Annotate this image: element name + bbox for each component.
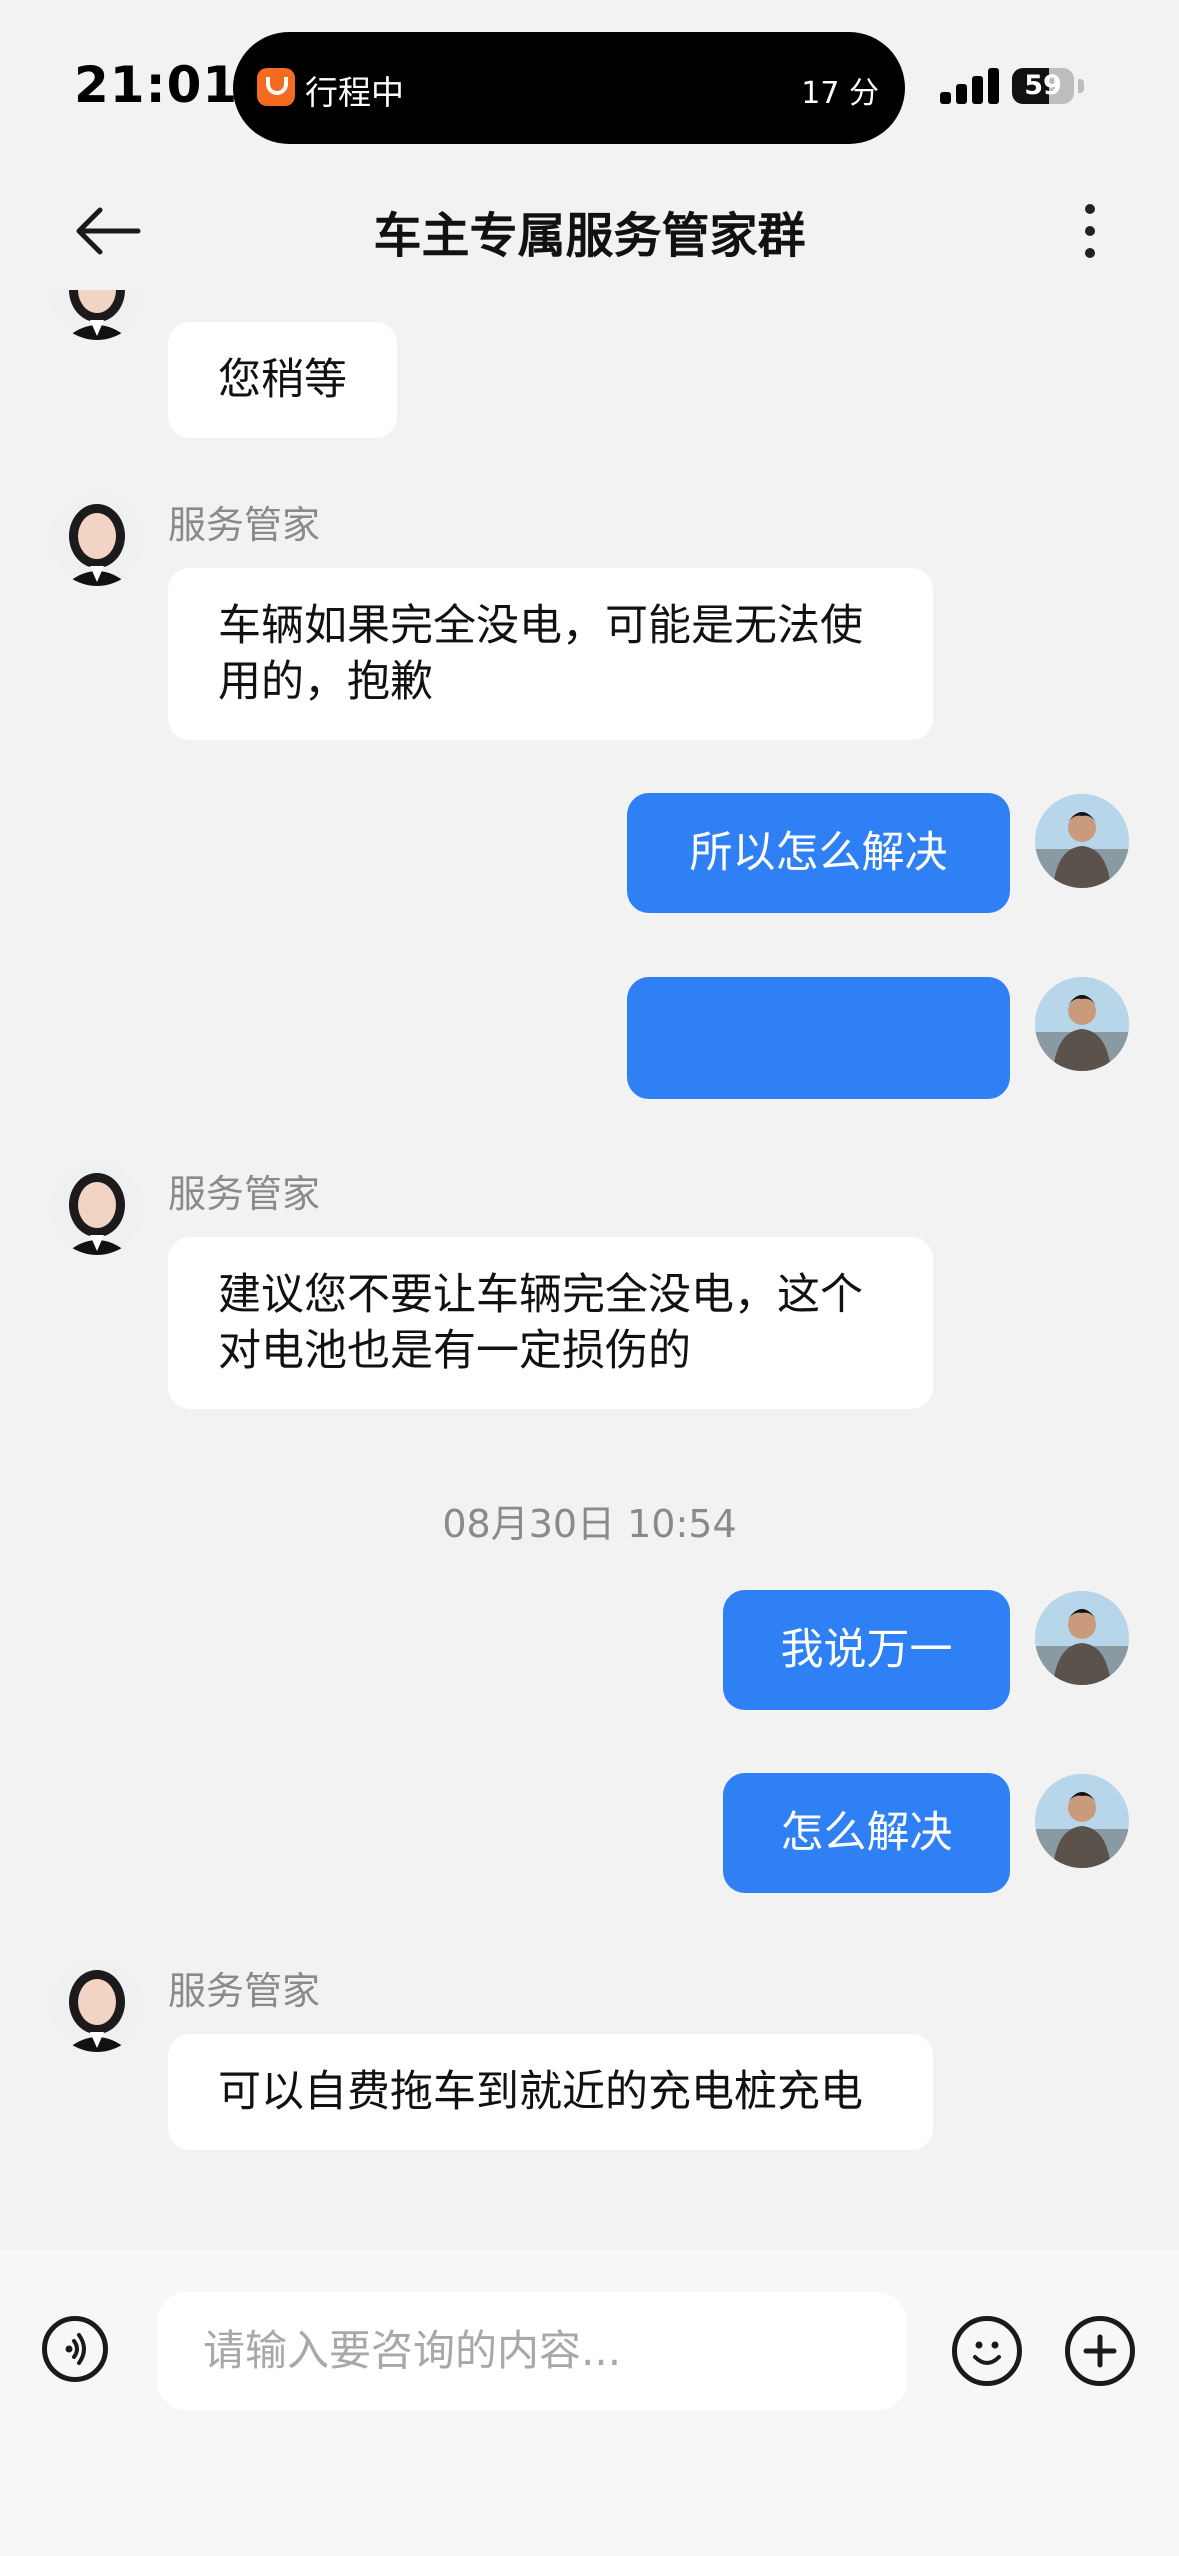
more-vertical-icon — [1085, 204, 1095, 214]
agent-avatar[interactable] — [50, 1161, 144, 1255]
user-avatar[interactable] — [1035, 1774, 1129, 1868]
plus-icon — [1083, 2334, 1117, 2368]
timestamp-divider: 08月30日 10:54 — [442, 1502, 737, 1546]
sender-name: 服务管家 — [168, 503, 321, 547]
message-bubble-right[interactable]: 我说万一 — [723, 1590, 1010, 1710]
message-bubble-left[interactable]: 您稍等 — [168, 322, 397, 438]
sender-name: 服务管家 — [168, 1172, 321, 1216]
voice-icon — [65, 2333, 86, 2365]
emoji-icon — [973, 2341, 1001, 2365]
island-time: 17 分 — [801, 76, 879, 111]
status-time: 21:01 — [74, 56, 239, 114]
chat-header: 车主专属服务管家群 — [0, 170, 1179, 290]
battery-icon: 59 — [1012, 68, 1074, 104]
page-title: 车主专属服务管家群 — [373, 208, 806, 264]
user-avatar[interactable] — [1035, 1591, 1129, 1685]
dynamic-island[interactable]: 行程中 17 分 — [233, 32, 905, 144]
status-bar: 21:01 行程中 17 分 59 — [0, 0, 1179, 170]
message-bubble-right[interactable] — [627, 977, 1010, 1099]
emoji-button[interactable] — [952, 2316, 1022, 2386]
agent-avatar[interactable] — [50, 1958, 144, 2052]
battery-tip — [1078, 79, 1084, 93]
user-avatar[interactable] — [1035, 794, 1129, 888]
island-activity: 行程中 — [305, 73, 404, 112]
user-avatar[interactable] — [1035, 977, 1129, 1071]
message-bubble-right[interactable]: 怎么解决 — [723, 1773, 1010, 1893]
voice-button[interactable] — [42, 2316, 108, 2382]
ride-app-icon — [257, 68, 295, 106]
battery-percent: 59 — [1024, 70, 1062, 101]
signal-icon — [940, 66, 1000, 104]
agent-avatar[interactable] — [50, 492, 144, 586]
message-input[interactable] — [157, 2292, 907, 2410]
sender-name: 服务管家 — [168, 1969, 321, 2013]
message-bubble-left[interactable]: 可以自费拖车到就近的充电桩充电 — [168, 2034, 933, 2150]
message-bubble-right[interactable]: 所以怎么解决 — [627, 793, 1010, 913]
message-bubble-left[interactable]: 建议您不要让车辆完全没电，这个对电池也是有一定损伤的 — [168, 1237, 933, 1409]
message-bubble-left[interactable]: 车辆如果完全没电，可能是无法使用的，抱歉 — [168, 568, 933, 740]
more-button[interactable] — [1070, 198, 1110, 264]
plus-button[interactable] — [1065, 2316, 1135, 2386]
input-bar — [0, 2250, 1179, 2556]
